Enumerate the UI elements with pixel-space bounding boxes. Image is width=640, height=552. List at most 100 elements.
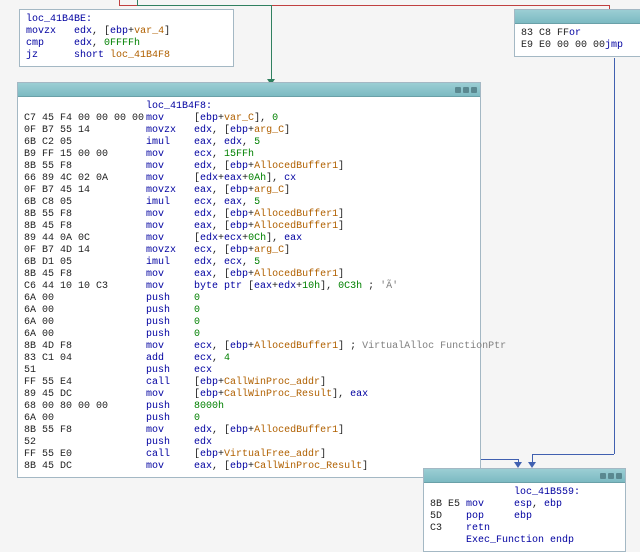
instr-bytes: E9 E0 00 00 00 — [521, 40, 605, 52]
asm-line: 66 89 4C 02 0Amov[edx+eax+0Ah], cx — [24, 173, 474, 185]
instr-bytes: B9 FF 15 00 00 — [24, 149, 146, 161]
instr-operands: edx, [ebp+AllocedBuffer1] — [194, 209, 344, 221]
instr-mnemonic: mov — [146, 425, 194, 437]
instr-mnemonic: imul — [146, 137, 194, 149]
loc-label: loc_41B559: — [514, 487, 580, 499]
instr-bytes: 51 — [24, 365, 146, 377]
asm-line: cmpedx, 0FFFFh — [26, 38, 227, 50]
instr-operands: eax, [ebp+AllocedBuffer1] — [194, 269, 344, 281]
asm-line: 0F B7 4D 14movzxecx, [ebp+arg_C] — [24, 245, 474, 257]
graph-node-bottom[interactable]: loc_41B559:8B E5 movesp, ebp5D popebpC3 … — [423, 468, 626, 552]
instr-bytes: 83 C1 04 — [24, 353, 146, 365]
titlebar-btn-icon[interactable] — [455, 87, 461, 93]
asm-line: E9 E0 00 00 00 jmp — [521, 40, 640, 52]
asm-line: C7 45 F4 00 00 00 00mov[ebp+var_C], 0 — [24, 113, 474, 125]
instr-bytes: 8B 45 F8 — [24, 221, 146, 233]
node-titlebar — [515, 10, 640, 24]
instr-mnemonic: push — [146, 317, 194, 329]
asm-line: 8B 55 F8movedx, [ebp+AllocedBuffer1] — [24, 209, 474, 221]
instr-operands: edx, 0FFFFh — [74, 38, 140, 50]
titlebar-btn-icon[interactable] — [608, 473, 614, 479]
instr-mnemonic: push — [146, 329, 194, 341]
asm-line: 0F B7 55 14movzxedx, [ebp+arg_C] — [24, 125, 474, 137]
asm-line: 8B 55 F8movedx, [ebp+AllocedBuffer1] — [24, 425, 474, 437]
instr-mnemonic: mov — [146, 173, 194, 185]
instr-bytes: 8B 45 DC — [24, 461, 146, 473]
graph-node-right[interactable]: 83 C8 FF orE9 E0 00 00 00 jmp — [514, 9, 640, 57]
instr-mnemonic: imul — [146, 257, 194, 269]
instr-bytes: 6A 00 — [24, 317, 146, 329]
asm-line: movzxedx, [ebp+var_4] — [26, 26, 227, 38]
titlebar-btn-icon[interactable] — [600, 473, 606, 479]
graph-node-main[interactable]: loc_41B4F8:C7 45 F4 00 00 00 00mov[ebp+v… — [17, 82, 481, 478]
instr-mnemonic: push — [146, 437, 194, 449]
asm-line: C6 44 10 10 C3movbyte ptr [eax+edx+10h],… — [24, 281, 474, 293]
instr-bytes: 66 89 4C 02 0A — [24, 173, 146, 185]
node-bottom-code: loc_41B559:8B E5 movesp, ebp5D popebpC3 … — [424, 483, 625, 551]
instr-mnemonic: mov — [146, 389, 194, 401]
instr-operands: esp, ebp — [514, 499, 562, 511]
instr-operands: [ebp+CallWinProc_Result], eax — [194, 389, 368, 401]
graph-node-top[interactable]: loc_41B4BE:movzxedx, [ebp+var_4]cmpedx, … — [19, 9, 234, 67]
instr-mnemonic: or — [569, 28, 617, 40]
instr-operands: 0 — [194, 413, 200, 425]
asm-line: 8B 45 F8moveax, [ebp+AllocedBuffer1] — [24, 221, 474, 233]
titlebar-btn-icon[interactable] — [463, 87, 469, 93]
instr-bytes: FF 55 E4 — [24, 377, 146, 389]
titlebar-btn-icon[interactable] — [616, 473, 622, 479]
instr-bytes: 6A 00 — [24, 305, 146, 317]
asm-line: 6A 00push0 — [24, 305, 474, 317]
asm-line: 83 C1 04addecx, 4 — [24, 353, 474, 365]
instr-mnemonic: push — [146, 365, 194, 377]
titlebar-btn-icon[interactable] — [471, 87, 477, 93]
instr-operands: 0 — [194, 317, 200, 329]
instr-mnemonic: push — [146, 305, 194, 317]
asm-line: FF 55 E0call[ebp+VirtualFree_addr] — [24, 449, 474, 461]
instr-mnemonic: imul — [146, 197, 194, 209]
asm-line: 6A 00push0 — [24, 413, 474, 425]
instr-mnemonic: movzx — [26, 26, 74, 38]
asm-line: 6B C8 05imulecx, eax, 5 — [24, 197, 474, 209]
instr-operands: ecx, [ebp+AllocedBuffer1] ; VirtualAlloc… — [194, 341, 506, 353]
instr-bytes: 6A 00 — [24, 329, 146, 341]
asm-line: 6B C2 05imuleax, edx, 5 — [24, 137, 474, 149]
instr-mnemonic: push — [146, 293, 194, 305]
node-titlebar — [18, 83, 480, 97]
instr-operands: edx, [ebp+arg_C] — [194, 125, 290, 137]
instr-mnemonic: mov — [146, 221, 194, 233]
instr-mnemonic: mov — [146, 161, 194, 173]
instr-operands: edx, [ebp+var_4] — [74, 26, 170, 38]
instr-mnemonic: movzx — [146, 125, 194, 137]
node-top-code: loc_41B4BE:movzxedx, [ebp+var_4]cmpedx, … — [20, 10, 233, 66]
asm-line: 0F B7 45 14movzxeax, [ebp+arg_C] — [24, 185, 474, 197]
node-titlebar — [424, 469, 625, 483]
instr-mnemonic: push — [146, 413, 194, 425]
instr-mnemonic: retn — [466, 523, 514, 535]
instr-bytes: 52 — [24, 437, 146, 449]
instr-bytes: 8B 55 F8 — [24, 209, 146, 221]
instr-operands: edx — [194, 437, 212, 449]
asm-line: 5D popebp — [430, 511, 619, 523]
instr-mnemonic: movzx — [146, 245, 194, 257]
instr-bytes: 6B D1 05 — [24, 257, 146, 269]
instr-mnemonic: mov — [146, 113, 194, 125]
asm-line: 8B E5 movesp, ebp — [430, 499, 619, 511]
instr-mnemonic: push — [146, 401, 194, 413]
instr-mnemonic: call — [146, 377, 194, 389]
asm-line: 51pushecx — [24, 365, 474, 377]
loc-label: loc_41B4F8: — [146, 101, 212, 113]
instr-bytes: 8B 55 F8 — [24, 425, 146, 437]
asm-line: 6A 00push0 — [24, 329, 474, 341]
instr-operands: 8000h — [194, 401, 224, 413]
asm-line: 8B 55 F8movedx, [ebp+AllocedBuffer1] — [24, 161, 474, 173]
asm-line: 68 00 80 00 00push8000h — [24, 401, 474, 413]
instr-bytes: 8B 45 F8 — [24, 269, 146, 281]
instr-mnemonic: mov — [146, 269, 194, 281]
loc-label: loc_41B4BE: — [26, 14, 92, 26]
instr-bytes: 6B C2 05 — [24, 137, 146, 149]
instr-mnemonic: mov — [146, 209, 194, 221]
instr-mnemonic: movzx — [146, 185, 194, 197]
instr-operands: [edx+ecx+0Ch], eax — [194, 233, 302, 245]
asm-line: 6A 00push0 — [24, 317, 474, 329]
asm-line: 8B 45 F8moveax, [ebp+AllocedBuffer1] — [24, 269, 474, 281]
